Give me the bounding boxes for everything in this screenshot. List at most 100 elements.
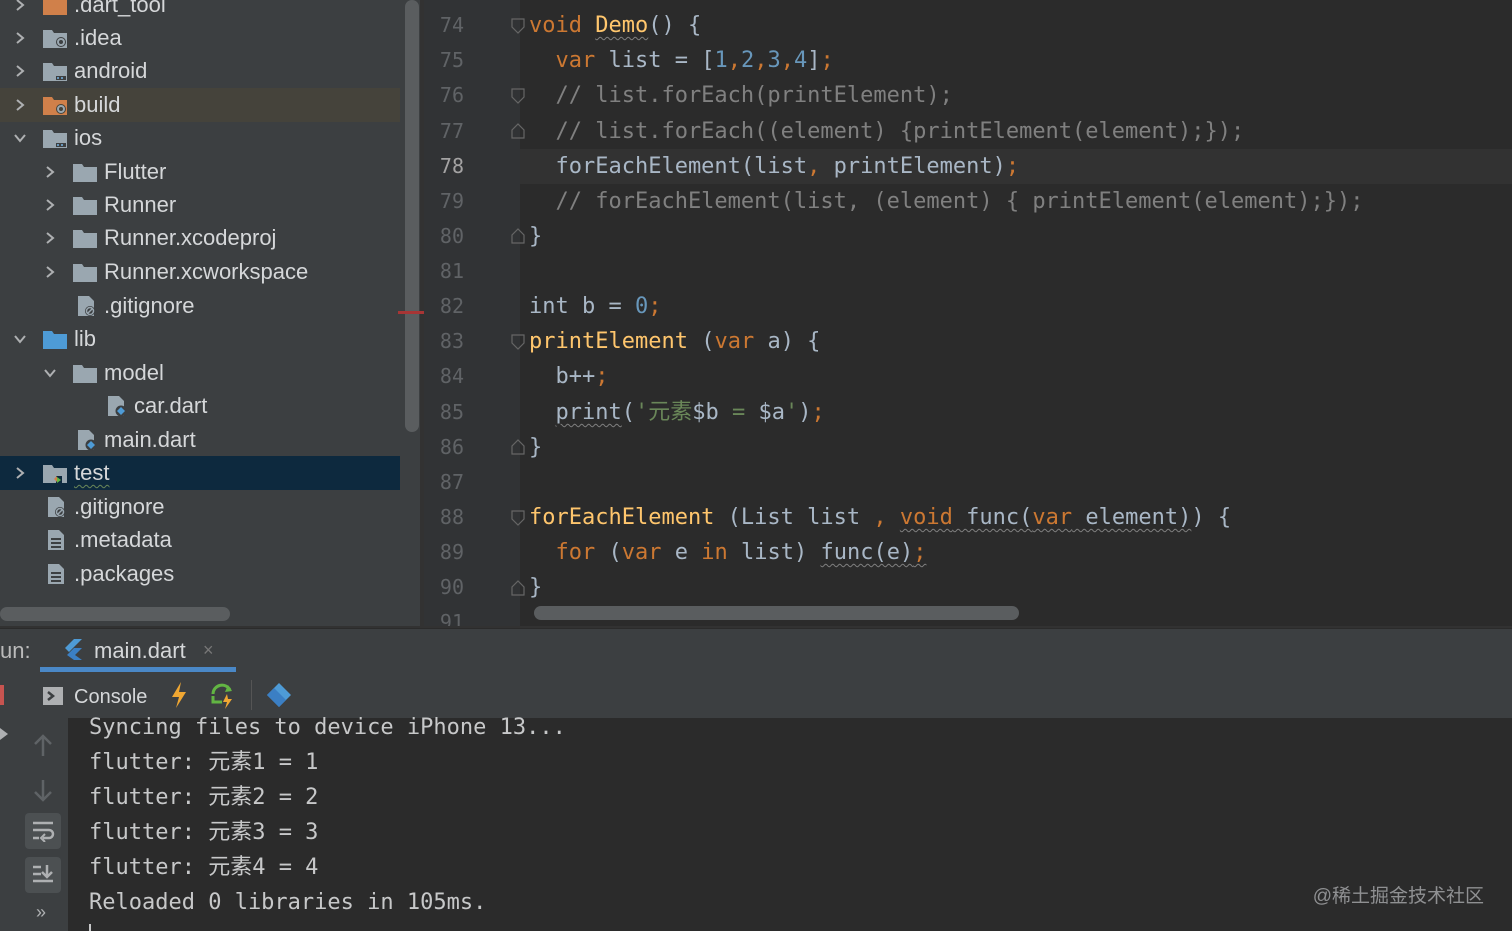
- line-number: 80: [439, 224, 464, 248]
- line-number: 74: [439, 13, 464, 37]
- code-line[interactable]: // list.forEach((element) {printElement(…: [529, 114, 1244, 149]
- soft-wrap-button[interactable]: [25, 813, 61, 849]
- folder-icon: [73, 164, 97, 182]
- rerun-icon[interactable]: [0, 726, 10, 742]
- line-number: 75: [439, 48, 464, 72]
- tree-item-gitignore[interactable]: .gitignore: [0, 490, 400, 524]
- project-tree-panel: .dart_tool .idea android build ios Flutt…: [0, 0, 420, 628]
- flutter-icon: [65, 639, 82, 660]
- run-tab-label[interactable]: main.dart: [94, 638, 186, 664]
- code-line[interactable]: var list = [1,2,3,4];: [529, 43, 834, 78]
- fold-end-icon[interactable]: [511, 228, 525, 244]
- tree-item-metadata[interactable]: .metadata: [0, 523, 400, 557]
- line-number: 82: [439, 294, 464, 318]
- tree-item-build[interactable]: build: [0, 88, 400, 122]
- tree-item-runner[interactable]: Runner: [0, 188, 400, 222]
- tree-item-idea[interactable]: .idea: [0, 21, 400, 55]
- text-cursor: [89, 924, 91, 931]
- watermark: @稀土掘金技术社区: [1312, 886, 1484, 907]
- soft-wrap-icon: [33, 821, 55, 842]
- fold-end-icon[interactable]: [511, 123, 525, 139]
- chevron-right-icon[interactable]: [10, 463, 30, 483]
- tree-item-label: ios: [74, 125, 103, 150]
- dart-devtools-icon[interactable]: [266, 682, 292, 708]
- fold-start-icon[interactable]: [511, 510, 525, 526]
- chevron-down-icon[interactable]: [40, 363, 60, 383]
- code-line[interactable]: }: [529, 430, 542, 465]
- tree-item-android[interactable]: android: [0, 54, 400, 88]
- tree-item-dart-tool[interactable]: .dart_tool: [0, 0, 400, 22]
- fold-end-icon[interactable]: [511, 580, 525, 596]
- fold-end-icon[interactable]: [511, 439, 525, 455]
- chevron-right-icon[interactable]: [10, 95, 30, 115]
- code-line[interactable]: for (var e in list) func(e);: [529, 535, 927, 570]
- tree-item-test[interactable]: test: [0, 456, 400, 490]
- code-line[interactable]: forEachElement(list, printElement);: [529, 149, 1019, 184]
- gitignore-file-icon: [48, 497, 65, 517]
- chevron-right-icon[interactable]: [10, 61, 30, 81]
- tree-item-main-dart[interactable]: main.dart: [0, 423, 400, 457]
- console-tab-label[interactable]: Console: [74, 686, 147, 709]
- close-icon[interactable]: ×: [203, 640, 214, 661]
- line-number: 77: [439, 119, 464, 143]
- scroll-to-end-icon: [33, 865, 53, 883]
- arrow-up-icon[interactable]: [32, 734, 54, 758]
- tree-item-label: .gitignore: [104, 293, 195, 318]
- code-line[interactable]: print('元素$b = $a');: [529, 395, 825, 430]
- fold-start-icon[interactable]: [511, 334, 525, 350]
- folder-icon: [73, 230, 97, 248]
- tree-item-runner-xcworkspace[interactable]: Runner.xcworkspace: [0, 255, 400, 289]
- code-line[interactable]: // forEachElement(list, (element) { prin…: [529, 184, 1363, 219]
- tree-item-ios-gitignore[interactable]: .gitignore: [0, 289, 400, 323]
- line-number: 89: [439, 540, 464, 564]
- folder-module-icon: [43, 130, 67, 148]
- chevron-right-icon[interactable]: [40, 195, 60, 215]
- console-line: flutter: 元素2 = 2: [89, 785, 319, 810]
- code-line[interactable]: // list.forEach(printElement);: [529, 78, 952, 113]
- code-line[interactable]: printElement (var a) {: [529, 324, 820, 359]
- tree-item-label: Runner: [104, 192, 177, 217]
- error-stripe-mark[interactable]: [398, 311, 424, 314]
- tree-item-label: Runner.xcworkspace: [104, 259, 309, 284]
- fold-start-icon[interactable]: [511, 88, 525, 104]
- folder-icon: [73, 197, 97, 215]
- hot-reload-icon[interactable]: [168, 681, 190, 709]
- code-line[interactable]: }: [529, 570, 542, 605]
- editor-horizontal-scrollbar[interactable]: [534, 606, 1019, 620]
- arrow-down-icon[interactable]: [32, 778, 54, 802]
- code-line[interactable]: }: [529, 219, 542, 254]
- code-line[interactable]: void Demo() {: [529, 8, 701, 43]
- folder-icon: [73, 365, 97, 383]
- tree-item-car-dart[interactable]: car.dart: [0, 389, 400, 423]
- chevron-right-icon[interactable]: [10, 0, 30, 15]
- tree-vertical-scrollbar[interactable]: [405, 0, 419, 432]
- chevron-right-icon[interactable]: [40, 162, 60, 182]
- tree-item-packages[interactable]: .packages: [0, 557, 400, 591]
- tree-item-lib[interactable]: lib: [0, 322, 400, 356]
- line-number: 91: [439, 610, 464, 627]
- code-line[interactable]: b++;: [529, 359, 608, 394]
- code-line[interactable]: forEachElement (List list , void func(va…: [529, 500, 1231, 535]
- stop-indicator[interactable]: [0, 685, 4, 705]
- scroll-to-end-button[interactable]: [25, 857, 61, 893]
- gitignore-file-icon: [78, 296, 95, 316]
- chevron-down-icon[interactable]: [10, 329, 30, 349]
- tree-item-model[interactable]: model: [0, 356, 400, 390]
- line-number: 83: [439, 329, 464, 353]
- tree-item-ios[interactable]: ios: [0, 121, 400, 155]
- line-number: 76: [439, 83, 464, 107]
- chevron-down-icon[interactable]: [10, 128, 30, 148]
- tree-item-label: android: [74, 58, 148, 83]
- fold-start-icon[interactable]: [511, 18, 525, 34]
- hot-restart-icon[interactable]: [208, 682, 238, 710]
- chevron-right-icon[interactable]: [40, 228, 60, 248]
- tree-item-runner-xcodeproj[interactable]: Runner.xcodeproj: [0, 221, 400, 255]
- chevron-right-icon[interactable]: [10, 28, 30, 48]
- code-line[interactable]: int b = 0;: [529, 289, 661, 324]
- more-tools-button[interactable]: »: [36, 902, 46, 923]
- tree-horizontal-scrollbar[interactable]: [0, 607, 230, 621]
- tree-item-flutter[interactable]: Flutter: [0, 155, 400, 189]
- console-line: Syncing files to device iPhone 13...: [89, 715, 566, 740]
- chevron-right-icon[interactable]: [40, 262, 60, 282]
- line-number: 78: [439, 154, 464, 178]
